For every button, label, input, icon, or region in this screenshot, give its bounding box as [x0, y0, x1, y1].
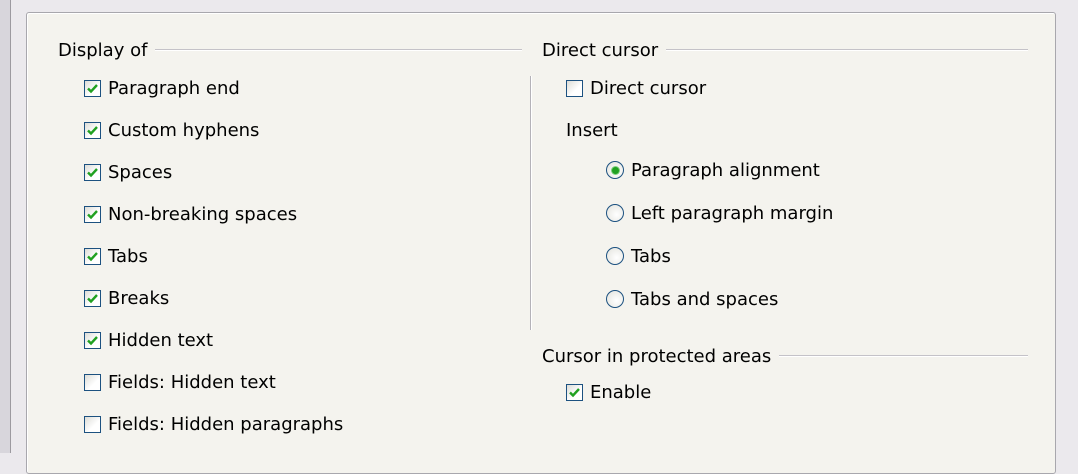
group-separator-line — [779, 355, 1028, 357]
display-option-custom-hyphens[interactable]: Custom hyphens — [84, 116, 259, 144]
direct-cursor-group-title: Direct cursor — [542, 38, 1028, 62]
paragraph-alignment-label: Paragraph alignment — [631, 159, 820, 181]
left-paragraph-margin-radio[interactable] — [606, 204, 624, 222]
display-option-paragraph-end[interactable]: Paragraph end — [84, 74, 240, 102]
insert-option-left-paragraph-margin[interactable]: Left paragraph margin — [606, 199, 833, 227]
window-left-edge — [0, 0, 11, 453]
display-option-fields-hidden-paragraphs[interactable]: Fields: Hidden paragraphs — [84, 410, 343, 438]
display-option-tabs[interactable]: Tabs — [84, 242, 148, 270]
enable-checkbox-row[interactable]: Enable — [566, 378, 651, 406]
tabs-checkbox[interactable] — [84, 247, 101, 265]
hidden-text-checkbox[interactable] — [84, 331, 101, 349]
display-option-non-breaking-spaces[interactable]: Non-breaking spaces — [84, 200, 297, 228]
paragraph-end-checkbox[interactable] — [84, 79, 101, 97]
insert-option-tabs[interactable]: Tabs — [606, 242, 671, 270]
checkmark-icon — [87, 125, 98, 135]
fields-hidden-text-label: Fields: Hidden text — [108, 371, 276, 393]
display-option-fields-hidden-text[interactable]: Fields: Hidden text — [84, 368, 276, 396]
direct-cursor-checkbox[interactable] — [566, 79, 583, 97]
radio-selected-dot — [611, 166, 619, 174]
checkmark-icon — [87, 83, 98, 93]
display-of-group-title: Display of — [58, 38, 522, 62]
tabs-and-spaces-label: Tabs and spaces — [631, 288, 779, 310]
custom-hyphens-label: Custom hyphens — [108, 119, 260, 141]
custom-hyphens-checkbox[interactable] — [84, 121, 101, 139]
checkmark-icon — [87, 293, 98, 303]
group-separator-line — [666, 49, 1028, 51]
checkmark-icon — [87, 251, 98, 261]
paragraph-end-label: Paragraph end — [108, 77, 240, 99]
checkmark-icon — [569, 387, 580, 397]
insert-option-tabs-and-spaces[interactable]: Tabs and spaces — [606, 285, 778, 313]
group-separator-line — [155, 49, 522, 51]
tabs-and-spaces-radio[interactable] — [606, 290, 624, 308]
checkmark-icon — [87, 209, 98, 219]
non-breaking-spaces-label: Non-breaking spaces — [108, 203, 298, 225]
protected-areas-group-title: Cursor in protected areas — [542, 344, 1028, 368]
direct-cursor-label: Direct cursor — [590, 77, 707, 99]
spaces-label: Spaces — [108, 161, 173, 183]
direct-cursor-checkbox-row[interactable]: Direct cursor — [566, 74, 706, 102]
insert-label: Insert — [566, 119, 618, 141]
enable-checkbox[interactable] — [566, 383, 583, 401]
left-paragraph-margin-label: Left paragraph margin — [631, 202, 834, 224]
fields-hidden-paragraphs-label: Fields: Hidden paragraphs — [108, 413, 344, 435]
tabs-label: Tabs — [108, 245, 148, 267]
column-separator — [530, 76, 532, 330]
display-option-spaces[interactable]: Spaces — [84, 158, 172, 186]
spaces-checkbox[interactable] — [84, 163, 101, 181]
hidden-text-label: Hidden text — [108, 329, 214, 351]
fields-hidden-paragraphs-checkbox[interactable] — [84, 415, 101, 433]
paragraph-alignment-radio[interactable] — [606, 161, 624, 179]
checkmark-icon — [87, 167, 98, 177]
enable-label: Enable — [590, 381, 652, 403]
display-option-breaks[interactable]: Breaks — [84, 284, 169, 312]
fields-hidden-text-checkbox[interactable] — [84, 373, 101, 391]
breaks-label: Breaks — [108, 287, 170, 309]
display-option-hidden-text[interactable]: Hidden text — [84, 326, 213, 354]
tabs-label: Tabs — [631, 245, 671, 267]
checkmark-icon — [87, 335, 98, 345]
breaks-checkbox[interactable] — [84, 289, 101, 307]
tabs-radio[interactable] — [606, 247, 624, 265]
insert-option-paragraph-alignment[interactable]: Paragraph alignment — [606, 156, 820, 184]
non-breaking-spaces-checkbox[interactable] — [84, 205, 101, 223]
